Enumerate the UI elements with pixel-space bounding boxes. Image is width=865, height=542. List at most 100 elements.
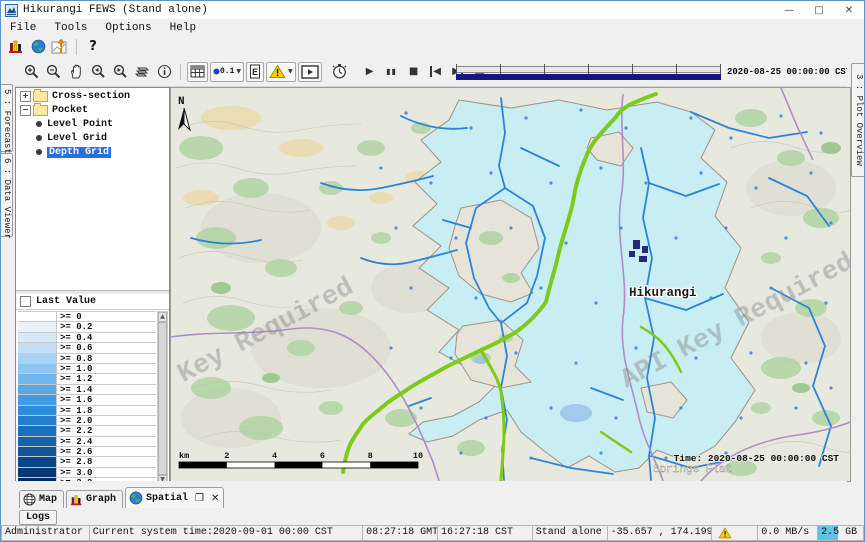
zoom-in-button[interactable] <box>22 62 42 82</box>
legend-swatch <box>18 426 57 435</box>
window-title: Hikurangi FEWS (Stand alone) <box>23 4 208 16</box>
stopwatch-icon <box>331 63 348 80</box>
current-time-label: 2020-08-25 00:00:00 CST <box>727 67 851 77</box>
tab-maximize-icon[interactable]: ❐ <box>195 493 204 504</box>
map-view[interactable]: API Key Required API Key Required N Hiku… <box>170 87 851 482</box>
legend-label: >= 2.2 <box>57 426 156 435</box>
legend-label: >= 0.6 <box>57 343 156 352</box>
legend-swatch <box>18 364 57 373</box>
legend-swatch <box>18 354 57 363</box>
tab-forecast[interactable]: 5 : Forecast <box>1 84 13 152</box>
menu-file[interactable]: File <box>1 22 45 34</box>
legend-row: >= 0.6 <box>18 343 156 353</box>
expand-minus-icon[interactable]: − <box>20 105 31 116</box>
left-panel: + Cross-section − Pocket Level Point Lev… <box>15 87 170 488</box>
menu-tools[interactable]: Tools <box>45 22 96 34</box>
maximize-button[interactable]: □ <box>804 1 834 19</box>
help-button[interactable]: ? <box>82 37 104 56</box>
toolbar-separator <box>180 64 181 80</box>
close-button[interactable]: ✕ <box>834 1 864 19</box>
legend-label: >= 1.4 <box>57 385 156 394</box>
tab-map[interactable]: Map <box>19 490 64 508</box>
minimize-button[interactable]: — <box>774 1 804 19</box>
status-bandwidth: 0.0 MB/s <box>757 525 817 541</box>
legend-row: >= 1.0 <box>18 364 156 374</box>
layers-button[interactable] <box>132 62 152 82</box>
tab-close-icon[interactable]: ✕ <box>211 493 219 504</box>
legend-row: >= 0.8 <box>18 354 156 364</box>
skip-start-icon: ◀ <box>430 66 441 77</box>
menu-options[interactable]: Options <box>96 22 160 34</box>
scroll-thumb[interactable] <box>158 322 167 475</box>
svg-text:10: 10 <box>413 451 423 461</box>
legend-row: >= 2.2 <box>18 426 156 436</box>
info-button[interactable] <box>154 62 174 82</box>
layers-icon <box>134 65 150 79</box>
grid-icon <box>190 65 205 78</box>
pan-button[interactable] <box>66 62 86 82</box>
legend-swatch <box>18 312 57 321</box>
legend-label: >= 2.6 <box>57 447 156 456</box>
legend-swatch <box>18 395 57 404</box>
tree-item-cross-section[interactable]: + Cross-section <box>20 90 169 102</box>
play-icon: ▶ <box>366 66 374 77</box>
status-warning-cell[interactable] <box>711 525 757 541</box>
tab-data-viewer[interactable]: 6 : Data Viewer <box>1 153 13 237</box>
legend-swatch <box>18 374 57 383</box>
play-button[interactable]: ▶ <box>360 62 380 82</box>
database-viewer-button[interactable] <box>5 37 27 56</box>
profile-display-button[interactable] <box>49 37 71 56</box>
expand-plus-icon[interactable]: + <box>20 91 31 102</box>
map-canvas[interactable]: API Key Required API Key Required N Hiku… <box>171 88 850 481</box>
map-toolbar: 0.1 ▼ E ▼ <box>15 57 849 87</box>
animation-export-button[interactable] <box>298 62 322 82</box>
logs-button[interactable]: Logs <box>19 510 57 525</box>
legend-row: >= 2.8 <box>18 457 156 467</box>
bar-chart-icon <box>70 494 83 506</box>
tree-item-level-grid[interactable]: Level Grid <box>20 132 169 144</box>
last-value-checkbox[interactable] <box>20 296 31 307</box>
grid-display-button[interactable] <box>187 62 208 82</box>
zoom-out-button[interactable] <box>44 62 64 82</box>
app-window: Hikurangi FEWS (Stand alone) — □ ✕ File … <box>0 0 865 542</box>
tab-plot-overview[interactable]: 3 : Plot Overview <box>851 63 864 177</box>
tab-graph[interactable]: Graph <box>66 490 123 508</box>
tab-spatial[interactable]: Spatial ❐ ✕ <box>125 487 224 508</box>
menu-help[interactable]: Help <box>161 22 205 34</box>
globe-icon <box>31 39 46 54</box>
tree-item-depth-grid[interactable]: Depth Grid <box>20 146 169 158</box>
classification-button[interactable]: E <box>246 62 264 82</box>
marker-size-value: 0.1 <box>220 67 234 76</box>
profile-chart-icon <box>51 39 69 55</box>
status-local-time: 16:27:18 CST <box>437 525 532 541</box>
warning-icon <box>269 64 286 79</box>
legend-row: >= 1.6 <box>18 395 156 405</box>
time-slider[interactable] <box>456 64 721 80</box>
timer-button[interactable] <box>330 62 350 82</box>
legend-row: >= 1.4 <box>18 385 156 395</box>
legend-label: >= 1.8 <box>57 406 156 415</box>
title-bar: Hikurangi FEWS (Stand alone) — □ ✕ <box>1 1 864 19</box>
map-display-button[interactable] <box>27 37 49 56</box>
legend-row: >= 2.0 <box>18 416 156 426</box>
legend-scrollbar[interactable]: ▲ ▼ <box>157 311 168 486</box>
skip-start-button[interactable]: ◀ <box>426 62 446 82</box>
scroll-up-icon[interactable]: ▲ <box>158 312 167 322</box>
legend-swatch <box>18 322 57 331</box>
zoom-next-button[interactable] <box>110 62 130 82</box>
map-time-label: Time: 2020-08-25 00:00:00 CST <box>674 453 840 464</box>
tree-item-pocket[interactable]: − Pocket <box>20 104 169 116</box>
pause-button[interactable]: ▮▮ <box>382 62 402 82</box>
zoom-out-icon <box>46 64 62 80</box>
svg-text:6: 6 <box>320 451 325 461</box>
legend-row: >= 1.8 <box>18 406 156 416</box>
zoom-previous-button[interactable] <box>88 62 108 82</box>
warning-dropdown[interactable]: ▼ <box>266 62 296 82</box>
stop-button[interactable]: ■ <box>404 62 424 82</box>
legend-swatch <box>18 406 57 415</box>
tree-item-level-point[interactable]: Level Point <box>20 118 169 130</box>
time-slider-range <box>456 74 721 80</box>
legend-label: >= 2.4 <box>57 437 156 446</box>
marker-size-dropdown[interactable]: 0.1 ▼ <box>210 62 244 82</box>
status-gmt-time: 08:27:18 GMT <box>362 525 437 541</box>
